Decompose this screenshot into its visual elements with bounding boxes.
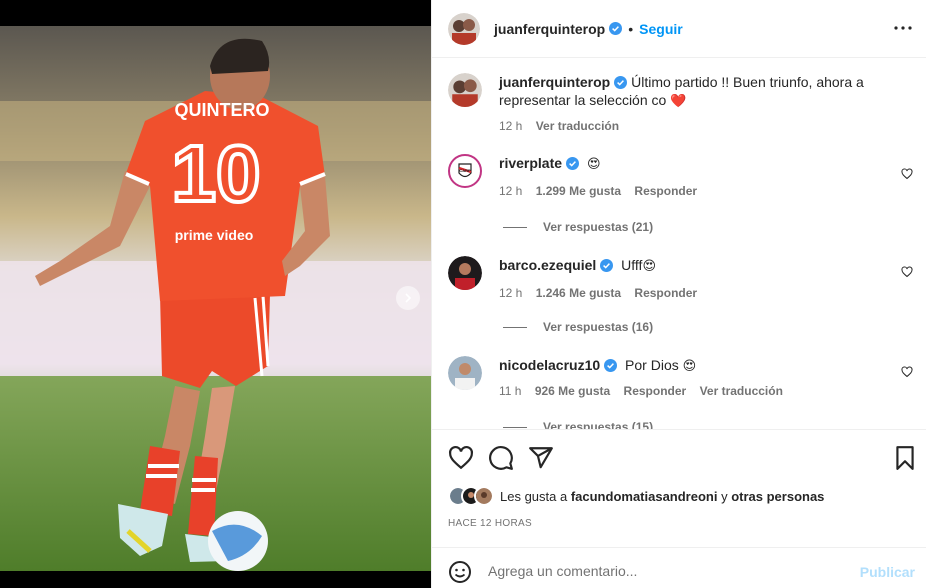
comment-item: barco.ezequiel Ufff😍 12 h 1.246 Me gusta… — [448, 256, 913, 346]
comment-body: barco.ezequiel Ufff😍 — [499, 256, 899, 276]
emoji-icon[interactable] — [448, 560, 472, 584]
comment-meta: 11 h 926 Me gusta Responder Ver traducci… — [499, 384, 793, 398]
author-avatar[interactable] — [448, 12, 480, 45]
comment-item: nicodelacruz10 Por Dios 😍 11 h 926 Me gu… — [448, 356, 913, 429]
comment-username[interactable]: riverplate — [499, 155, 562, 171]
replies-line — [503, 326, 527, 328]
comment-meta: 12 h 1.246 Me gusta Responder — [499, 286, 707, 300]
view-replies-label: Ver respuestas (21) — [543, 220, 654, 234]
post-caption: juanferquinterop Último partido !! Buen … — [448, 73, 913, 143]
caption-username[interactable]: juanferquinterop — [499, 74, 610, 90]
reply-button[interactable]: Responder — [624, 384, 687, 398]
share-icon[interactable] — [528, 445, 554, 471]
comment-translate[interactable]: Ver traducción — [700, 384, 783, 398]
comment-emoji: 😍 — [682, 359, 697, 374]
comment-username[interactable]: barco.ezequiel — [499, 257, 596, 273]
likes-summary[interactable]: Les gusta a facundomatiasandreoni y otra… — [448, 486, 824, 506]
follow-button[interactable]: Seguir — [639, 21, 683, 37]
comment-text: Ufff — [621, 257, 643, 273]
view-replies[interactable]: Ver respuestas (16) — [503, 320, 653, 334]
bookmark-icon[interactable] — [892, 445, 918, 471]
comment-icon[interactable] — [488, 445, 514, 471]
more-options-button[interactable] — [893, 18, 913, 38]
commenter-avatar[interactable] — [448, 256, 482, 290]
comment-body: nicodelacruz10 Por Dios 😍 — [499, 356, 899, 376]
verified-icon — [604, 359, 618, 372]
post-side-panel: juanferquinterop • Seguir juanferquinter… — [431, 0, 926, 588]
chevron-right-icon — [405, 293, 412, 303]
comment-likes[interactable]: 1.299 Me gusta — [536, 184, 621, 198]
post-media: QUINTERO 10 prime video — [0, 0, 431, 588]
caption-meta: 12 h Ver traducción — [499, 119, 629, 133]
verified-icon — [600, 259, 614, 272]
verified-icon — [566, 157, 580, 170]
like-comment-heart-icon[interactable] — [901, 366, 913, 378]
caption-emoji: ❤️ — [670, 94, 687, 109]
reply-button[interactable]: Responder — [634, 286, 697, 300]
jersey-name: QUINTERO — [174, 100, 269, 120]
caption-time[interactable]: 12 h — [499, 119, 522, 133]
next-photo-button[interactable] — [396, 286, 420, 310]
view-replies-label: Ver respuestas (15) — [543, 420, 654, 429]
likes-user[interactable]: facundomatiasandreoni — [571, 489, 718, 504]
commenter-avatar[interactable]: CARP — [448, 154, 482, 188]
replies-line — [503, 426, 527, 428]
likes-text: Les gusta a facundomatiasandreoni y otra… — [500, 489, 824, 504]
reply-button[interactable]: Responder — [634, 184, 697, 198]
like-comment-heart-icon[interactable] — [901, 168, 913, 180]
publish-button[interactable]: Publicar — [860, 564, 915, 580]
verified-icon — [614, 76, 628, 89]
comment-time[interactable]: 12 h — [499, 184, 522, 198]
comment-username[interactable]: nicodelacruz10 — [499, 357, 600, 373]
like-comment-heart-icon[interactable] — [901, 266, 913, 278]
comment-emoji: 😍 — [586, 157, 601, 172]
more-icon — [894, 26, 912, 30]
comment-text: Por Dios — [625, 357, 683, 373]
commenter-avatar[interactable] — [448, 356, 482, 390]
svg-text:CARP: CARP — [459, 168, 471, 173]
comment-likes[interactable]: 1.246 Me gusta — [536, 286, 621, 300]
comments-list[interactable]: juanferquinterop Último partido !! Buen … — [432, 59, 926, 429]
heart-icon[interactable] — [448, 445, 474, 471]
comment-time[interactable]: 12 h — [499, 286, 522, 300]
comment-emoji: 😍 — [642, 259, 656, 274]
view-replies[interactable]: Ver respuestas (21) — [503, 220, 653, 234]
post-photo[interactable]: QUINTERO 10 prime video — [0, 26, 431, 571]
post-actions: Les gusta a facundomatiasandreoni y otra… — [432, 429, 926, 547]
jersey-number: 10 — [172, 129, 261, 218]
replies-line — [503, 226, 527, 228]
caption-translate[interactable]: Ver traducción — [536, 119, 619, 133]
likes-suffix: y — [717, 488, 732, 504]
comment-time[interactable]: 11 h — [499, 384, 521, 398]
author-avatar[interactable] — [448, 73, 482, 107]
caption-body: juanferquinterop Último partido !! Buen … — [499, 73, 899, 111]
verified-icon — [609, 22, 623, 35]
view-replies-label: Ver respuestas (16) — [543, 320, 654, 334]
liker-avatar — [474, 486, 494, 506]
comment-composer: Publicar — [432, 547, 926, 588]
post-time-ago[interactable]: HACE 12 HORAS — [448, 518, 532, 529]
comment-input[interactable] — [488, 561, 848, 581]
likes-others[interactable]: otras personas — [731, 489, 824, 504]
likes-prefix: Les gusta a — [500, 488, 571, 504]
view-replies[interactable]: Ver respuestas (15) — [503, 420, 653, 429]
comment-item: CARP riverplate 😍 12 h 1.299 Me gusta Re… — [448, 154, 913, 244]
post-header: juanferquinterop • Seguir — [432, 0, 926, 58]
author-username[interactable]: juanferquinterop — [494, 21, 605, 37]
comment-meta: 12 h 1.299 Me gusta Responder — [499, 184, 707, 198]
comment-body: riverplate 😍 — [499, 154, 899, 174]
follow-separator: • — [628, 20, 634, 37]
jersey-sponsor: prime video — [175, 227, 254, 243]
comment-likes[interactable]: 926 Me gusta — [535, 384, 610, 398]
